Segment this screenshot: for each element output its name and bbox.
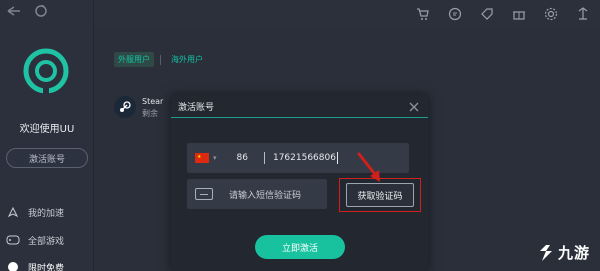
back-icon[interactable] xyxy=(6,4,22,18)
watermark-text: 九游 xyxy=(557,244,590,262)
rocket-icon xyxy=(6,205,20,219)
refresh-icon[interactable] xyxy=(34,4,48,18)
dialog-title-underline xyxy=(171,117,428,118)
watermark: 九游 xyxy=(537,242,590,263)
tab-separator xyxy=(160,54,161,65)
gift-box-icon[interactable] xyxy=(510,5,528,23)
sidebar-item-free[interactable]: 限时免费 xyxy=(0,257,94,271)
gift-icon xyxy=(6,260,20,271)
activate-account-button[interactable]: 激活账号 xyxy=(6,148,88,168)
dialog-title: 激活账号 xyxy=(178,102,215,113)
text-cursor xyxy=(336,152,338,164)
steam-icon xyxy=(114,96,136,118)
nine-game-logo-icon xyxy=(539,244,552,261)
get-code-button[interactable]: 获取验证码 xyxy=(346,183,414,207)
game-subtitle: 剩余 xyxy=(142,109,158,118)
sidebar-item-label: 全部游戏 xyxy=(28,236,65,247)
region-tabs: 外服用户 海外用户 xyxy=(114,52,207,67)
sidebar-item-label: 我的加速 xyxy=(28,208,65,219)
sidebar-item-all-games[interactable]: 全部游戏 xyxy=(0,230,94,250)
gamepad-icon xyxy=(6,233,20,247)
welcome-text: 欢迎使用UU xyxy=(19,124,75,135)
tag-icon[interactable] xyxy=(478,5,496,23)
uu-logo xyxy=(23,48,69,94)
sms-icon xyxy=(195,188,213,200)
minimize-icon[interactable] xyxy=(574,5,592,23)
tab-foreign-server[interactable]: 外服用户 xyxy=(114,52,154,67)
tab-overseas[interactable]: 海外用户 xyxy=(167,52,207,67)
sidebar: 欢迎使用UU 激活账号 我的加速 全部游戏 限时免费 xyxy=(0,0,94,271)
top-bar xyxy=(94,0,600,28)
cart-icon[interactable] xyxy=(414,5,432,23)
sms-code-input[interactable]: 请输入短信验证码 xyxy=(187,179,327,209)
game-item[interactable]: Stear 剩余 xyxy=(114,96,163,120)
sms-code-placeholder: 请输入短信验证码 xyxy=(229,190,302,201)
settings-icon[interactable] xyxy=(542,5,560,23)
sidebar-item-my-boost[interactable]: 我的加速 xyxy=(0,202,94,222)
phone-number-value: 17621566806 xyxy=(272,153,336,163)
input-divider xyxy=(263,152,265,164)
activate-account-dialog: 激活账号 ★ ▾ 86 17621566806 请输入短信验证码 获取验证码 立… xyxy=(171,95,428,271)
arrow-annotation-icon xyxy=(357,152,380,182)
game-name: Stear xyxy=(142,97,164,106)
message-icon[interactable] xyxy=(446,5,464,23)
china-flag-icon[interactable]: ★ xyxy=(195,153,209,163)
close-icon[interactable] xyxy=(407,99,421,113)
country-code: 86 xyxy=(236,153,248,163)
activate-now-button[interactable]: 立即激活 xyxy=(255,235,345,259)
sidebar-item-label: 限时免费 xyxy=(28,263,65,271)
chevron-down-icon[interactable]: ▾ xyxy=(213,154,217,162)
